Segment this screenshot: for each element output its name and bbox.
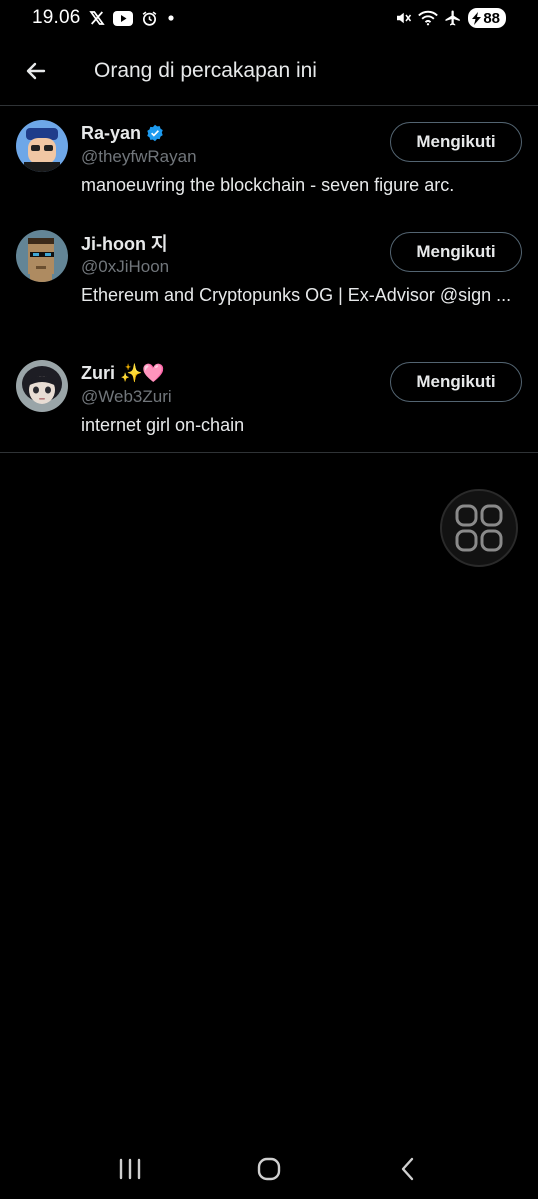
list-item-user-rayan[interactable]: Ra-yan @theyfwRayan manoeuvring the bloc… <box>0 106 538 216</box>
back-button[interactable] <box>14 49 58 93</box>
status-time: 19.06 <box>32 7 81 28</box>
user-name[interactable]: Zuri ✨🩷 <box>81 363 165 384</box>
status-left: 19.06 <box>32 7 176 29</box>
floating-apps-button[interactable] <box>440 489 518 567</box>
user-bio: manoeuvring the blockchain - seven figur… <box>81 175 455 195</box>
arrow-left-icon <box>26 62 46 79</box>
mute-icon <box>394 9 412 27</box>
status-bar: 19.06 88 <box>0 0 538 36</box>
home-button[interactable] <box>239 1147 299 1191</box>
following-button[interactable]: Mengikuti <box>390 232 522 272</box>
x-icon <box>88 10 105 26</box>
dot-icon <box>166 13 176 23</box>
user-bio: Ethereum and Cryptopunks OG | Ex-Advisor… <box>81 285 512 305</box>
charging-bolt-icon <box>472 11 482 25</box>
battery-level: 88 <box>483 9 500 27</box>
user-list: Ra-yan @theyfwRayan manoeuvring the bloc… <box>0 106 538 453</box>
home-icon <box>257 1157 281 1181</box>
system-navigation-bar <box>0 1139 538 1199</box>
user-name[interactable]: Ji-hoon 지 <box>81 230 168 256</box>
grid-icon <box>455 504 503 552</box>
following-button[interactable]: Mengikuti <box>390 362 522 402</box>
user-name[interactable]: Ra-yan <box>81 123 141 144</box>
alarm-icon <box>141 10 158 27</box>
avatar[interactable] <box>16 360 68 412</box>
recent-apps-icon <box>119 1158 140 1180</box>
system-back-button[interactable] <box>378 1147 438 1191</box>
following-button[interactable]: Mengikuti <box>390 122 522 162</box>
chevron-left-icon <box>402 1157 414 1181</box>
avatar[interactable] <box>16 230 68 282</box>
list-item-user-zuri[interactable]: Zuri ✨🩷 @Web3Zuri internet girl on-chain… <box>0 346 538 452</box>
status-right: 88 <box>394 8 506 28</box>
airplane-icon <box>444 9 462 27</box>
header: Orang di percakapan ini <box>0 36 538 106</box>
battery-indicator: 88 <box>468 8 506 28</box>
recent-apps-button[interactable] <box>100 1147 160 1191</box>
page-title: Orang di percakapan ini <box>94 58 317 82</box>
youtube-icon <box>112 10 133 26</box>
list-item-user-jihoon[interactable]: Ji-hoon 지 @0xJiHoon Ethereum and Cryptop… <box>0 216 538 346</box>
avatar[interactable] <box>16 120 68 172</box>
wifi-icon <box>418 10 439 26</box>
verified-badge-icon <box>146 124 164 142</box>
user-bio: internet girl on-chain <box>81 415 245 435</box>
